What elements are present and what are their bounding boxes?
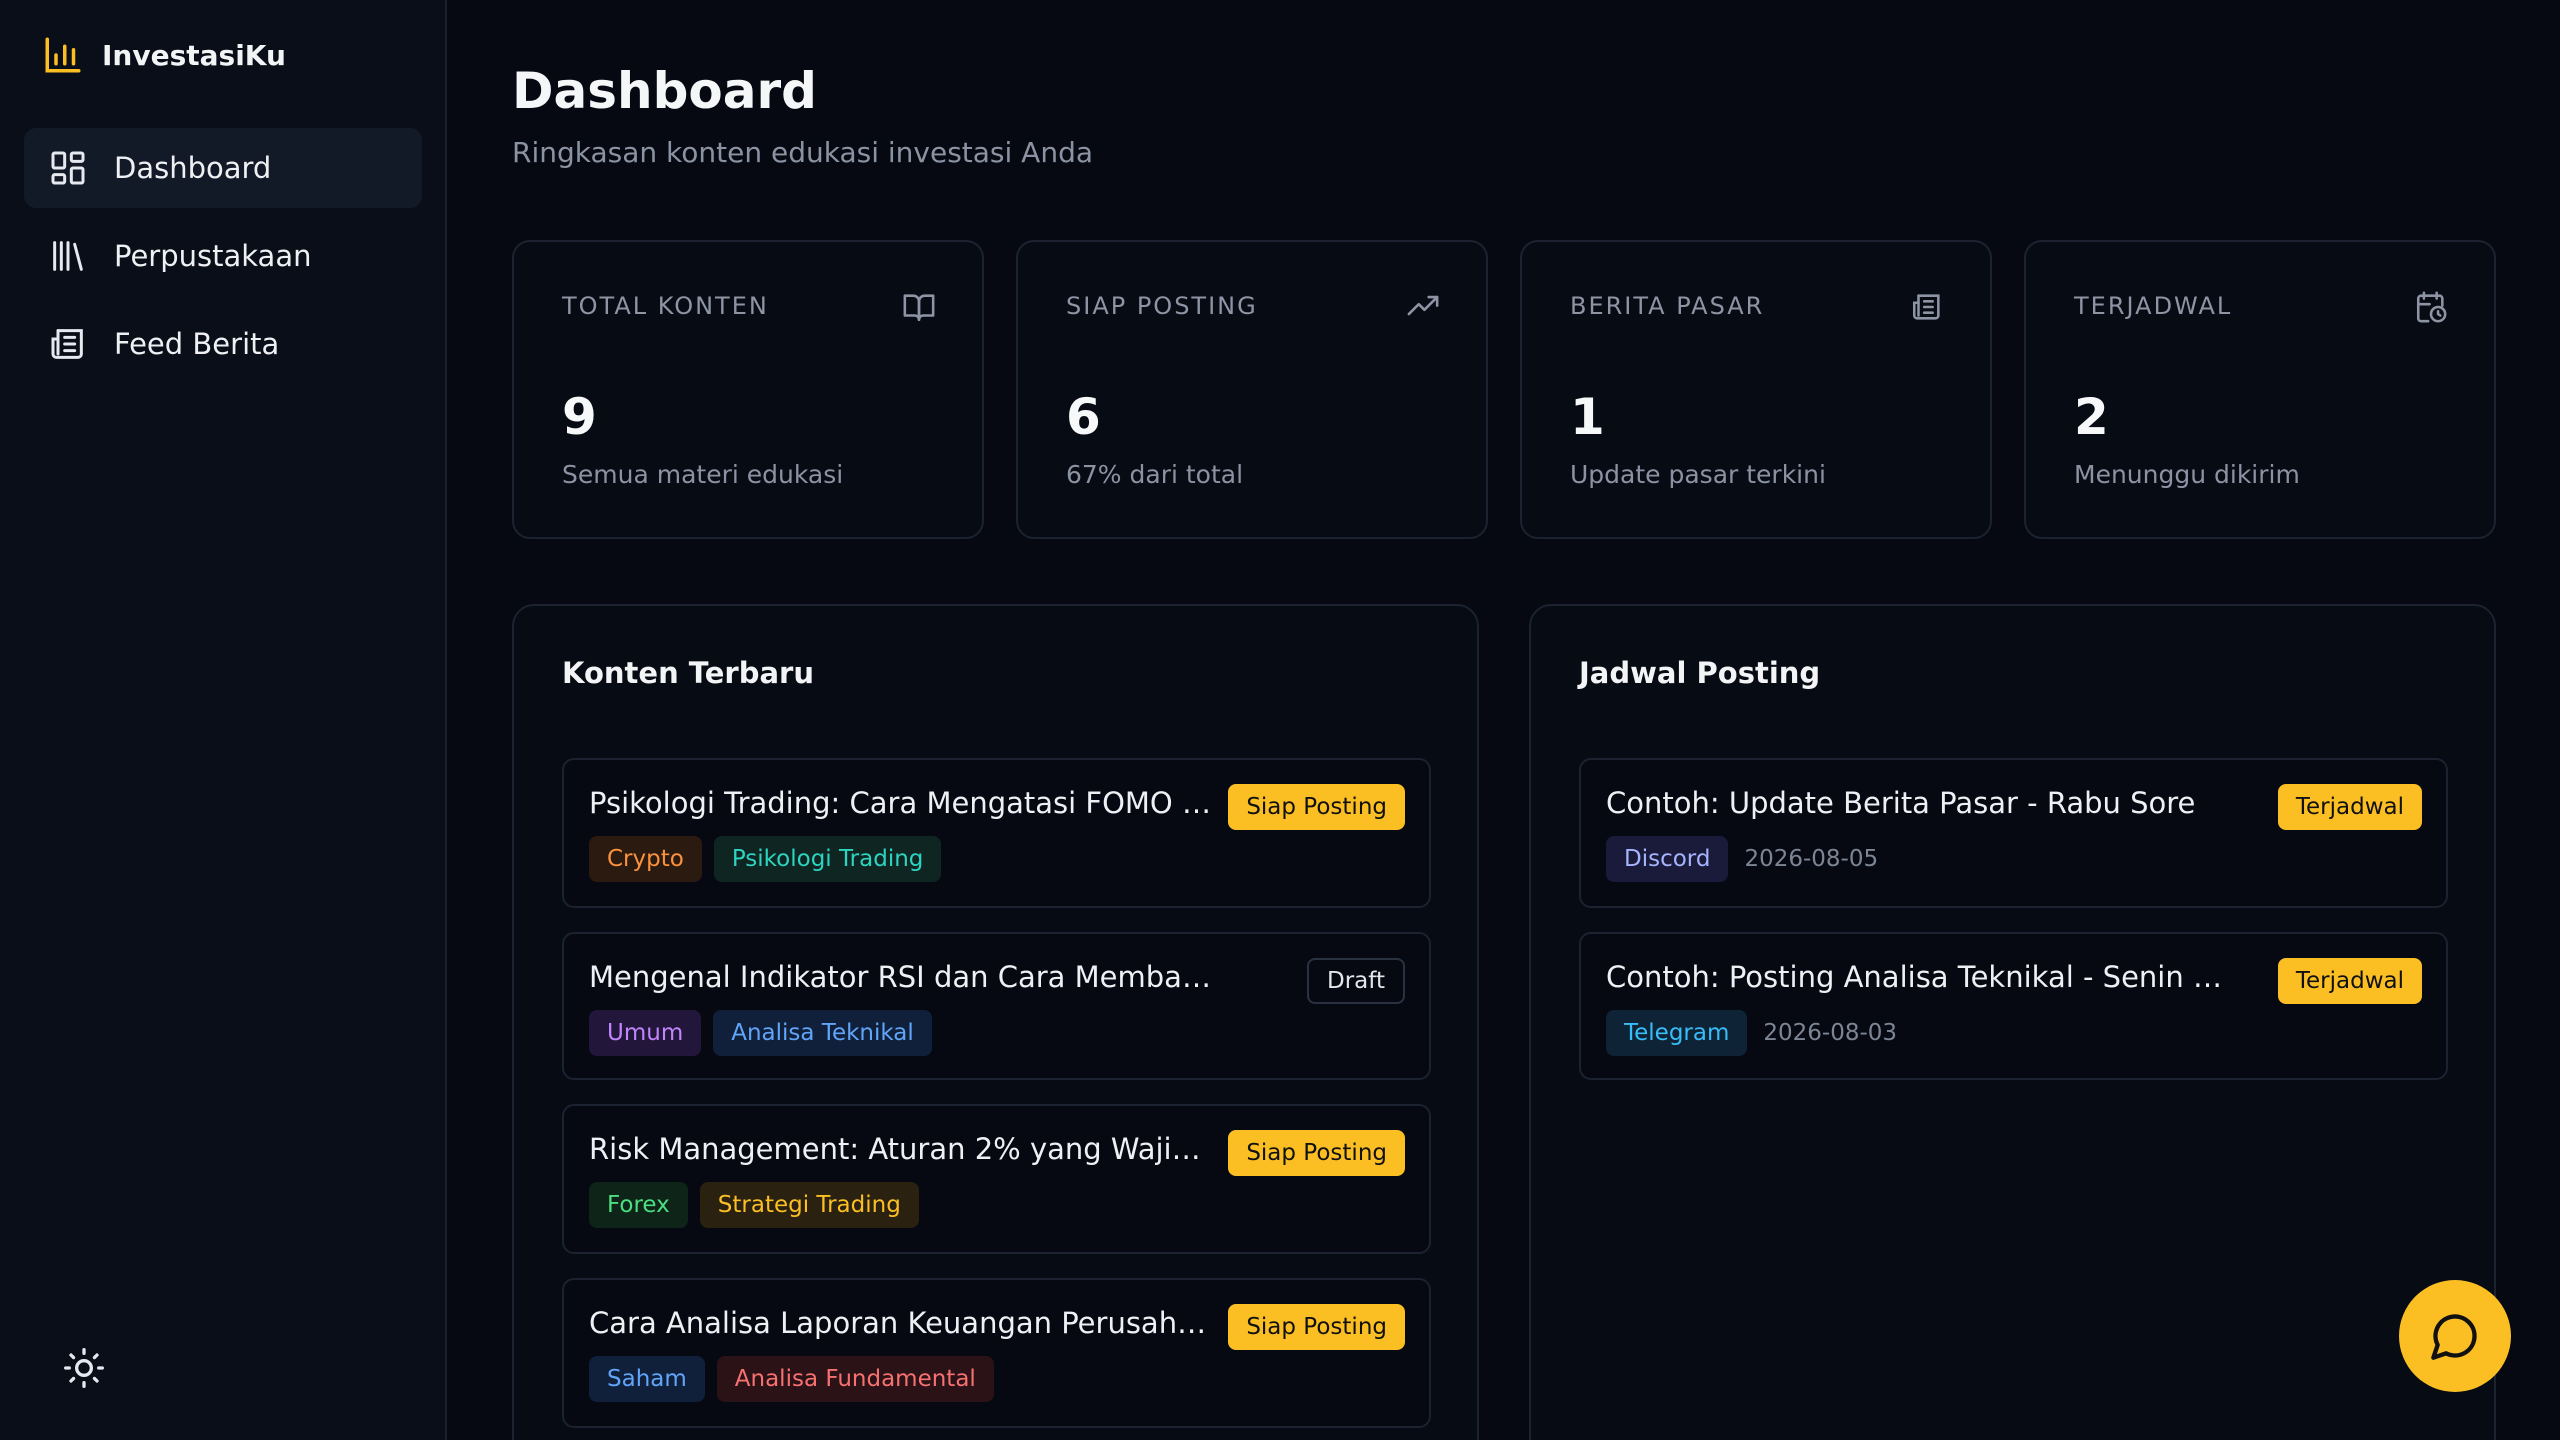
sidebar-item-feed-berita[interactable]: Feed Berita: [24, 304, 422, 384]
list-item[interactable]: Mengenal Indikator RSI dan Cara Membacan…: [562, 932, 1431, 1080]
stat-desc: Semua materi edukasi: [562, 460, 844, 489]
sidebar-item-label: Feed Berita: [114, 327, 280, 361]
schedule-item[interactable]: Contoh: Posting Analisa Teknikal - Senin…: [1579, 932, 2448, 1080]
tag-group: Telegram 2026-08-03: [1606, 1010, 1897, 1056]
status-badge: Draft: [1307, 958, 1405, 1004]
list-item[interactable]: Psikologi Trading: Cara Mengatasi FOMO d…: [562, 758, 1431, 908]
stat-label: BERITA PASAR: [1570, 292, 1765, 320]
sidebar-item-dashboard[interactable]: Dashboard: [24, 128, 422, 208]
sidebar-item-label: Perpustakaan: [114, 239, 312, 273]
schedule-date: 2026-08-05: [1744, 846, 1879, 872]
brand[interactable]: InvestasiKu: [42, 34, 286, 76]
sun-icon[interactable]: [62, 1346, 106, 1390]
panel-title: Konten Terbaru: [562, 656, 814, 690]
bar-chart-icon: [45, 37, 81, 73]
tag-group: Forex Strategi Trading: [589, 1182, 919, 1228]
item-title: Mengenal Indikator RSI dan Cara Membacan…: [589, 960, 1214, 994]
stat-value: 1: [1570, 388, 1605, 446]
app-name: InvestasiKu: [102, 38, 286, 72]
stat-label: TERJADWAL: [2074, 292, 2233, 320]
newspaper-icon: [1912, 294, 1940, 320]
tag-chip: Analisa Fundamental: [716, 1356, 994, 1402]
stats-row: TOTAL KONTEN 9 Semua materi edukasi SIAP…: [512, 240, 2496, 539]
stat-label: SIAP POSTING: [1066, 292, 1258, 320]
stat-value: 9: [562, 388, 597, 446]
tag-group: Umum Analisa Teknikal: [589, 1010, 932, 1056]
stat-value: 6: [1066, 388, 1101, 446]
tag-chip: Analisa Teknikal: [713, 1010, 932, 1056]
tag-chip: Psikologi Trading: [713, 836, 942, 882]
stat-desc: 67% dari total: [1066, 460, 1244, 489]
page-title: Dashboard: [512, 62, 817, 120]
status-badge: Siap Posting: [1228, 1130, 1405, 1176]
calendar-clock-icon: [2416, 291, 2447, 323]
sidebar-item-perpustakaan[interactable]: Perpustakaan: [24, 216, 422, 296]
status-badge: Siap Posting: [1228, 1304, 1405, 1350]
item-title: Contoh: Posting Analisa Teknikal - Senin…: [1606, 960, 2231, 994]
tag-chip: Crypto: [589, 836, 702, 882]
tag-chip: Umum: [589, 1010, 702, 1056]
trending-up-icon: [1407, 295, 1439, 316]
schedule-date: 2026-08-03: [1763, 1020, 1898, 1046]
tag-group: Crypto Psikologi Trading: [589, 836, 942, 882]
stat-value: 2: [2074, 388, 2109, 446]
platform-chip: Telegram: [1606, 1010, 1748, 1056]
newspaper-icon: [51, 329, 83, 359]
schedule-item[interactable]: Contoh: Update Berita Pasar - Rabu Sore …: [1579, 758, 2448, 908]
status-badge: Siap Posting: [1228, 784, 1405, 830]
status-badge: Terjadwal: [2277, 784, 2422, 830]
stat-desc: Menunggu dikirim: [2074, 460, 2300, 489]
sidebar: InvestasiKu Dashboard Perpustakaan Feed …: [0, 0, 447, 1440]
sidebar-nav: Dashboard Perpustakaan Feed Berita: [24, 128, 422, 392]
tag-chip: Saham: [589, 1356, 705, 1402]
dashboard-grid-icon: [51, 151, 85, 185]
stat-card-siap-posting: SIAP POSTING 6 67% dari total: [1016, 240, 1488, 539]
chat-fab-button[interactable]: [2399, 1280, 2511, 1392]
schedule-panel: Jadwal Posting Contoh: Update Berita Pas…: [1529, 604, 2496, 1440]
platform-chip: Discord: [1606, 836, 1729, 882]
item-title: Psikologi Trading: Cara Mengatasi FOMO d…: [589, 786, 1214, 820]
book-open-icon: [903, 294, 935, 322]
stat-card-berita-pasar: BERITA PASAR 1 Update pasar terkini: [1520, 240, 1992, 539]
item-title: Risk Management: Aturan 2% yang Wajib Di…: [589, 1132, 1214, 1166]
sidebar-item-label: Dashboard: [114, 151, 272, 185]
tag-group: Discord 2026-08-05: [1606, 836, 1878, 882]
chat-bubble-icon: [2431, 1314, 2477, 1360]
main-content: Dashboard Ringkasan konten edukasi inves…: [512, 0, 2560, 1440]
recent-content-panel: Konten Terbaru Psikologi Trading: Cara M…: [512, 604, 1479, 1440]
stat-card-terjadwal: TERJADWAL 2 Menunggu dikirim: [2024, 240, 2496, 539]
stat-card-total-konten: TOTAL KONTEN 9 Semua materi edukasi: [512, 240, 984, 539]
panel-title: Jadwal Posting: [1579, 656, 1821, 690]
status-badge: Terjadwal: [2277, 958, 2422, 1004]
tag-chip: Strategi Trading: [699, 1182, 919, 1228]
item-title: Cara Analisa Laporan Keuangan Perusahaan: [589, 1306, 1214, 1340]
list-item[interactable]: Cara Analisa Laporan Keuangan Perusahaan…: [562, 1278, 1431, 1428]
tag-group: Saham Analisa Fundamental: [589, 1356, 994, 1402]
library-icon: [53, 241, 83, 271]
item-title: Contoh: Update Berita Pasar - Rabu Sore: [1606, 786, 2196, 820]
list-item[interactable]: Risk Management: Aturan 2% yang Wajib Di…: [562, 1104, 1431, 1254]
stat-label: TOTAL KONTEN: [562, 292, 769, 320]
tag-chip: Forex: [589, 1182, 688, 1228]
page-subtitle: Ringkasan konten edukasi investasi Anda: [512, 136, 1094, 169]
stat-desc: Update pasar terkini: [1570, 460, 1826, 489]
